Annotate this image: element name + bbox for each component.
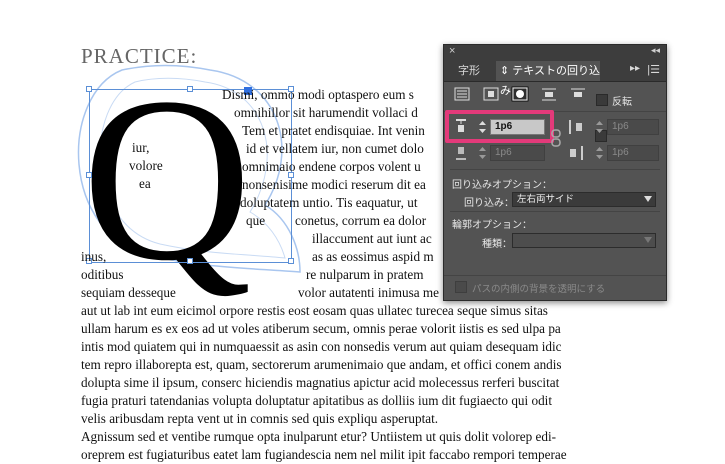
- include-inside-edges-label: パスの内側の背景を透明にする: [472, 284, 606, 295]
- bottom-offset-stepper[interactable]: [478, 145, 487, 161]
- more-tabs-icon[interactable]: ▸▸: [630, 63, 640, 74]
- body-text-line: ullam harum es ex eos ad ut voles atiber…: [81, 321, 561, 336]
- body-text-line: oditibus: [81, 267, 124, 282]
- right-offset-field[interactable]: 1p6: [607, 145, 659, 161]
- contour-type-dropdown[interactable]: [512, 233, 656, 248]
- body-text-line: conetus, corrum ea dolor: [295, 213, 427, 228]
- left-offset-stepper[interactable]: [595, 119, 604, 135]
- body-text-line: volor autatenti inimusa me: [298, 285, 439, 300]
- frame-handle[interactable]: [187, 86, 193, 92]
- tab-text-wrap[interactable]: ⇕ テキストの回り込み: [496, 61, 600, 97]
- body-text-line: Tem et pratet endisquiae. Int venin: [242, 123, 425, 138]
- body-text-line: id et vellatem iur, non cumet dolo: [246, 141, 424, 156]
- invert-checkbox-box[interactable]: [596, 94, 608, 106]
- collapse-icon[interactable]: ◂◂: [651, 45, 660, 56]
- body-text-line: illaccument aut iunt ac: [312, 231, 432, 246]
- wrap-object-shape-icon[interactable]: [511, 86, 529, 102]
- body-text-line: re nulparum in pratem: [306, 267, 424, 282]
- no-wrap-icon[interactable]: [453, 86, 471, 102]
- divider: [450, 211, 660, 212]
- inner-text-line: volore: [129, 158, 163, 173]
- wrap-options-label: 回り込みオプション：: [452, 180, 552, 191]
- body-text-line: omnihillor sit harumendit vollaci d: [234, 105, 418, 120]
- body-text-line: oreprem est fugiaturibus eatet lam fugia…: [81, 447, 567, 462]
- wrap-to-label: 回り込み：: [464, 198, 514, 209]
- bottom-offset-icon: [456, 147, 466, 160]
- body-text-line: aut ut lab int eum eicimol orpore restis…: [81, 303, 548, 318]
- body-text-line: doluptatem untio. Tis eaquatur, ut: [240, 195, 418, 210]
- inner-text-line: iur,: [132, 140, 150, 155]
- contour-type-label: 種類：: [482, 239, 512, 250]
- link-chain-icon[interactable]: [550, 129, 562, 147]
- close-icon[interactable]: ×: [449, 45, 455, 57]
- chevron-down-icon: [644, 196, 652, 202]
- wrap-bounding-box-icon[interactable]: [482, 86, 500, 102]
- panel-titlebar[interactable]: × ◂◂: [444, 45, 666, 59]
- wrap-to-value: 左右両サイド: [517, 194, 575, 205]
- frame-handle[interactable]: [288, 258, 294, 264]
- body-text-line: as as eossimus aspid m: [312, 249, 434, 264]
- left-offset-icon: [569, 120, 582, 134]
- body-text-line: Dismi, ommo modi optaspero eum s: [222, 87, 414, 102]
- wrap-mode-row: [444, 81, 666, 142]
- body-text-line: inus,: [81, 249, 107, 264]
- top-offset-stepper[interactable]: [478, 119, 487, 135]
- text-wrap-panel: × ◂◂ 字形 ⇕ テキストの回り込み ▸▸ |☰ 反転 1p6 1p6 1p6…: [443, 44, 667, 301]
- body-text-line: que: [246, 213, 266, 228]
- contour-options-label: 輪郭オプション：: [452, 220, 532, 231]
- body-text-line: Agnissum sed et ventibe rumque opta inul…: [81, 429, 557, 444]
- body-text-line: nonsenisime modici reserum dit ea: [242, 177, 426, 192]
- invert-label: 反転: [612, 97, 632, 108]
- jump-to-next-column-icon[interactable]: [569, 86, 587, 102]
- left-offset-field[interactable]: 1p6: [607, 119, 659, 135]
- frame-handle[interactable]: [86, 86, 92, 92]
- wrap-to-dropdown[interactable]: 左右両サイド: [512, 192, 656, 207]
- top-offset-field[interactable]: 1p6: [490, 119, 545, 135]
- divider: [444, 275, 666, 276]
- right-offset-stepper[interactable]: [595, 145, 604, 161]
- body-text-line: velis aribusdam repta vent ut in comnis …: [81, 411, 439, 426]
- right-offset-icon: [570, 146, 583, 160]
- body-text-line: omnimaio endene corpos volent u: [242, 159, 421, 174]
- body-text-line: fugia praturi tatendanias volupta dolupt…: [81, 393, 552, 408]
- panel-menu-icon[interactable]: |☰: [647, 63, 660, 76]
- body-text-line: sequiam desseque: [81, 285, 176, 300]
- divider: [450, 169, 660, 170]
- panel-tabbar: 字形 ⇕ テキストの回り込み ▸▸ |☰: [444, 59, 666, 97]
- jump-object-icon[interactable]: [540, 86, 558, 102]
- include-inside-edges-checkbox[interactable]: [455, 281, 467, 293]
- frame-handle[interactable]: [86, 172, 92, 178]
- bottom-offset-field[interactable]: 1p6: [490, 145, 545, 161]
- top-offset-icon: [456, 119, 466, 132]
- tab-sort-icon: ⇕: [500, 65, 510, 77]
- body-text-line: intis mod quiatem qui in numquaessit as …: [81, 339, 562, 354]
- body-text-line: tem repro illaborepta est, quam, sectore…: [81, 357, 562, 372]
- chevron-down-icon: [644, 237, 652, 243]
- frame-handle[interactable]: [187, 258, 193, 264]
- inner-text-line: ea: [139, 176, 151, 191]
- body-text-line: dolupta sime il ipsum, conserc hiciendis…: [81, 375, 560, 390]
- tab-glyphs[interactable]: 字形: [444, 61, 494, 81]
